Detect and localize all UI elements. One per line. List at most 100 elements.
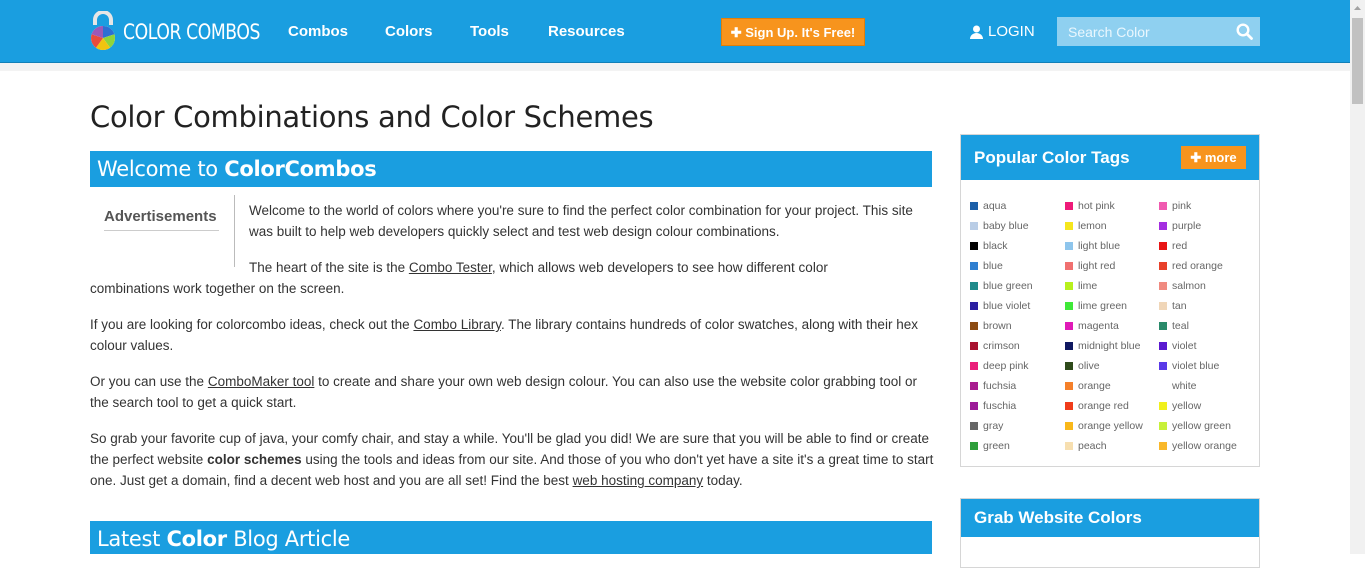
- color-tag[interactable]: violet: [1159, 340, 1197, 352]
- color-swatch: [1159, 282, 1167, 290]
- color-swatch: [1159, 222, 1167, 230]
- color-tag[interactable]: blue green: [970, 280, 1033, 292]
- color-tag-label: peach: [1078, 440, 1107, 452]
- color-tag-label: lime: [1078, 280, 1098, 292]
- more-tags-button[interactable]: ✚ more: [1181, 146, 1246, 169]
- scroll-up-arrow-icon[interactable]: [1350, 0, 1365, 17]
- color-tag[interactable]: white: [1159, 380, 1197, 392]
- color-tag[interactable]: yellow: [1159, 400, 1201, 412]
- color-tag[interactable]: red: [1159, 240, 1187, 252]
- color-tag[interactable]: peach: [1065, 440, 1107, 452]
- color-tag-label: blue green: [983, 280, 1033, 292]
- signup-button[interactable]: ✚ Sign Up. It's Free!: [721, 18, 865, 46]
- color-tag[interactable]: aqua: [970, 200, 1006, 212]
- color-swatch: [970, 422, 978, 430]
- color-swatch: [970, 262, 978, 270]
- color-tag[interactable]: black: [970, 240, 1008, 252]
- color-tag[interactable]: pink: [1159, 200, 1191, 212]
- color-tag[interactable]: red orange: [1159, 260, 1223, 272]
- search-button[interactable]: [1229, 17, 1260, 46]
- closing-paragraph: So grab your favorite cup of java, your …: [90, 428, 935, 491]
- color-tag[interactable]: magenta: [1065, 320, 1119, 332]
- blog-prefix: Latest: [97, 527, 167, 551]
- search-input[interactable]: [1057, 17, 1229, 46]
- color-swatch: [1065, 422, 1073, 430]
- p5-text-c: today.: [703, 473, 743, 488]
- color-tag[interactable]: hot pink: [1065, 200, 1115, 212]
- color-tag-label: midnight blue: [1078, 340, 1141, 352]
- color-tag[interactable]: orange: [1065, 380, 1111, 392]
- color-swatch: [970, 342, 978, 350]
- color-tag-label: red orange: [1172, 260, 1223, 272]
- nav-combos[interactable]: Combos: [288, 23, 348, 40]
- color-tag-label: green: [983, 440, 1010, 452]
- color-swatch: [1065, 442, 1073, 450]
- page-scrollbar[interactable]: [1350, 0, 1365, 554]
- color-schemes-bold: color schemes: [207, 452, 302, 467]
- combo-tester-paragraph-cont: combinations work together on the screen…: [90, 281, 345, 296]
- color-tag[interactable]: orange yellow: [1065, 420, 1143, 432]
- color-tag-label: light blue: [1078, 240, 1121, 252]
- nav-colors[interactable]: Colors: [385, 23, 433, 40]
- color-tag-label: white: [1172, 380, 1197, 392]
- color-tag[interactable]: light blue: [1065, 240, 1120, 252]
- color-tag[interactable]: violet blue: [1159, 360, 1219, 372]
- color-tag[interactable]: blue violet: [970, 300, 1030, 312]
- color-tag-label: deep pink: [983, 360, 1029, 372]
- color-tag[interactable]: gray: [970, 420, 1003, 432]
- color-swatch: [1065, 322, 1073, 330]
- color-tag[interactable]: light red: [1065, 260, 1115, 272]
- color-tag-label: yellow orange: [1172, 440, 1237, 452]
- color-tag-label: gray: [983, 420, 1004, 432]
- nav-tools[interactable]: Tools: [470, 23, 509, 40]
- color-tag[interactable]: salmon: [1159, 280, 1206, 292]
- color-tag[interactable]: crimson: [970, 340, 1020, 352]
- color-tag[interactable]: baby blue: [970, 220, 1029, 232]
- web-hosting-link[interactable]: web hosting company: [573, 473, 704, 488]
- color-tag[interactable]: midnight blue: [1065, 340, 1140, 352]
- color-tag[interactable]: deep pink: [970, 360, 1029, 372]
- color-tag[interactable]: blue: [970, 260, 1003, 272]
- color-tag[interactable]: lemon: [1065, 220, 1107, 232]
- color-tag[interactable]: lime green: [1065, 300, 1127, 312]
- color-tag[interactable]: green: [970, 440, 1010, 452]
- color-tag-label: violet blue: [1172, 360, 1220, 372]
- login-link[interactable]: LOGIN: [970, 23, 1035, 40]
- color-tag[interactable]: teal: [1159, 320, 1189, 332]
- color-swatch: [970, 282, 978, 290]
- search-icon: [1236, 23, 1253, 40]
- login-label: LOGIN: [988, 23, 1035, 40]
- color-tag[interactable]: yellow orange: [1159, 440, 1237, 452]
- color-tag[interactable]: yellow green: [1159, 420, 1231, 432]
- combomaker-paragraph: Or you can use the ComboMaker tool to cr…: [90, 371, 932, 413]
- color-tag[interactable]: olive: [1065, 360, 1100, 372]
- site-logo[interactable]: COLOR COMBOS: [89, 11, 260, 51]
- color-swatch: [1159, 242, 1167, 250]
- color-tag-label: olive: [1078, 360, 1100, 372]
- color-swatch: [1065, 382, 1073, 390]
- color-tag-label: violet: [1172, 340, 1197, 352]
- combomaker-link[interactable]: ComboMaker tool: [208, 374, 315, 389]
- color-tag-label: orange red: [1078, 400, 1129, 412]
- color-tag-label: orange: [1078, 380, 1111, 392]
- color-tag-label: fuschia: [983, 400, 1017, 412]
- color-tag[interactable]: tan: [1159, 300, 1187, 312]
- color-tag[interactable]: fuchsia: [970, 380, 1016, 392]
- color-swatch: [1159, 342, 1167, 350]
- grab-colors-header: Grab Website Colors: [961, 499, 1259, 537]
- color-swatch: [1065, 302, 1073, 310]
- header-divider: [0, 63, 1350, 71]
- color-tag[interactable]: lime: [1065, 280, 1097, 292]
- color-tag[interactable]: brown: [970, 320, 1012, 332]
- color-tag-label: teal: [1172, 320, 1189, 332]
- color-tags-grid: aqua baby blue black blue blue green blue vio…: [961, 180, 1259, 463]
- scrollbar-thumb[interactable]: [1352, 18, 1363, 104]
- color-tag[interactable]: purple: [1159, 220, 1201, 232]
- combo-tester-link[interactable]: Combo Tester: [409, 260, 492, 275]
- popular-tags-panel: Popular Color Tags ✚ more aqua baby blue b…: [960, 134, 1260, 467]
- color-tag[interactable]: fuschia: [970, 400, 1016, 412]
- color-tag[interactable]: orange red: [1065, 400, 1129, 412]
- welcome-heading: Welcome to ColorCombos: [90, 151, 932, 187]
- combo-library-link[interactable]: Combo Library: [413, 317, 501, 332]
- nav-resources[interactable]: Resources: [548, 23, 625, 40]
